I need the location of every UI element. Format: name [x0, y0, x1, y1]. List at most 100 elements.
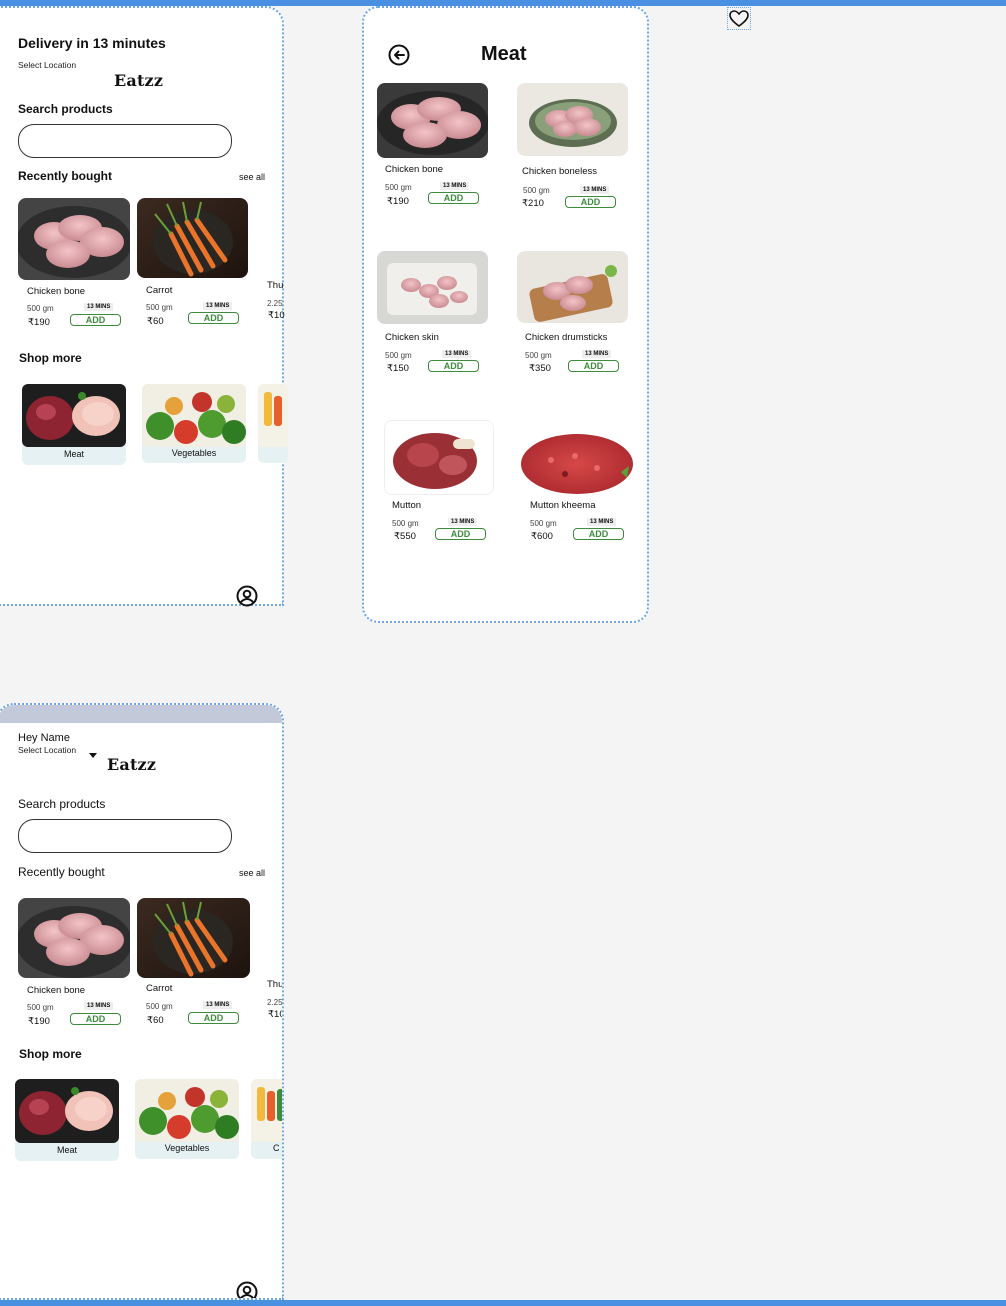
product-weight: 500 gm — [392, 519, 419, 528]
home-screen-variant: Hey Name Select Location Eatzz Search pr… — [0, 703, 284, 1300]
search-label: Search products — [18, 102, 113, 116]
brand-logo: Eatzz — [114, 71, 164, 90]
add-button[interactable]: ADD — [188, 1012, 239, 1024]
add-button[interactable]: ADD — [565, 196, 616, 208]
product-price: ₹550 — [394, 531, 416, 542]
recent-title: Recently bought — [18, 865, 105, 879]
meat-category-screen: Meat Chicken bone 500 gm 13 MINS ₹190 AD… — [362, 6, 649, 623]
category-label: Vegetables — [164, 1143, 210, 1153]
product-weight: 500 gm — [27, 1003, 54, 1012]
product-image-chicken-bone[interactable] — [18, 898, 130, 978]
search-label: Search products — [18, 797, 106, 811]
category-card-meat[interactable]: Meat — [22, 384, 126, 465]
product-weight: 500 gm — [523, 186, 550, 195]
product-name: Chicken bone — [27, 985, 86, 996]
product-weight: 2.25 — [267, 998, 283, 1007]
shop-more-title: Shop more — [19, 351, 82, 365]
delivery-time-badge: 13 MINS — [580, 186, 610, 194]
product-price: ₹210 — [522, 198, 544, 209]
category-label: C — [273, 1143, 280, 1153]
product-weight: 500 gm — [27, 304, 54, 313]
delivery-time-badge: 13 MINS — [203, 1001, 233, 1009]
delivery-time-badge: 13 MINS — [448, 518, 478, 526]
product-image-carrot[interactable] — [137, 898, 250, 978]
product-name: Thu — [267, 979, 284, 990]
product-weight: 500 gm — [525, 351, 552, 360]
heart-icon[interactable] — [727, 7, 751, 30]
greeting: Hey Name — [18, 732, 70, 744]
product-image-mutton[interactable] — [384, 420, 494, 495]
category-card-partial[interactable]: C — [251, 1079, 282, 1159]
add-button[interactable]: ADD — [188, 312, 239, 324]
see-all-link[interactable]: see all — [239, 172, 265, 182]
shop-more-title: Shop more — [19, 1047, 82, 1061]
category-image-meat — [15, 1079, 119, 1143]
product-name: Mutton kheema — [530, 500, 596, 511]
add-button[interactable]: ADD — [70, 1013, 121, 1025]
product-price: ₹150 — [387, 363, 409, 374]
product-price: ₹190 — [387, 196, 409, 207]
caret-down-icon[interactable] — [88, 747, 98, 758]
category-image-meat — [22, 384, 126, 447]
recent-title: Recently bought — [18, 169, 113, 183]
product-weight: 500 gm — [385, 351, 412, 360]
product-name: Thu — [267, 280, 284, 291]
delivery-time-badge: 13 MINS — [582, 350, 612, 358]
product-image-chicken-boneless[interactable] — [517, 83, 628, 156]
product-weight: 500 gm — [530, 519, 557, 528]
bottom-selection-bar — [0, 1300, 1006, 1306]
delivery-time-badge: 13 MINS — [84, 1002, 114, 1010]
product-price: ₹190 — [28, 317, 50, 328]
profile-icon[interactable] — [236, 585, 258, 607]
product-weight: 500 gm — [146, 1002, 173, 1011]
add-button[interactable]: ADD — [428, 192, 479, 204]
category-card-partial[interactable] — [258, 384, 288, 463]
delivery-time-badge: 13 MINS — [587, 518, 617, 526]
product-price: ₹10 — [268, 310, 285, 321]
product-name: Carrot — [146, 285, 173, 296]
product-price: ₹600 — [531, 531, 553, 542]
add-button[interactable]: ADD — [428, 360, 479, 372]
product-price: ₹60 — [147, 316, 164, 327]
delivery-time-badge: 13 MINS — [84, 303, 114, 311]
search-input[interactable] — [18, 819, 232, 853]
product-image-chicken-bone[interactable] — [18, 198, 130, 280]
top-band — [0, 705, 282, 723]
profile-icon[interactable] — [236, 1281, 258, 1298]
product-name: Chicken bone — [385, 164, 444, 175]
category-label: Meat — [63, 449, 84, 459]
search-input[interactable] — [18, 124, 232, 158]
category-image-vegetables — [142, 384, 246, 447]
add-button[interactable]: ADD — [573, 528, 624, 540]
back-arrow-icon[interactable] — [388, 44, 410, 66]
product-name: Chicken boneless — [522, 166, 597, 177]
category-card-meat[interactable]: Meat — [15, 1079, 119, 1161]
add-button[interactable]: ADD — [568, 360, 619, 372]
product-name: Chicken bone — [27, 286, 86, 297]
product-image-mutton-kheema[interactable] — [521, 420, 633, 495]
product-image-carrot[interactable] — [137, 198, 248, 278]
product-price: ₹190 — [28, 1016, 50, 1027]
product-name: Carrot — [146, 983, 173, 994]
product-price: ₹60 — [147, 1015, 164, 1026]
category-card-vegetables[interactable]: Vegetables — [142, 384, 246, 463]
product-price: ₹10 — [268, 1009, 284, 1020]
home-screen: Delivery in 13 minutes Select Location E… — [0, 6, 288, 607]
brand-logo: Eatzz — [107, 755, 157, 774]
add-button[interactable]: ADD — [435, 528, 486, 540]
product-image-chicken-bone[interactable] — [377, 83, 488, 158]
product-weight: 500 gm — [146, 303, 173, 312]
add-button[interactable]: ADD — [70, 314, 121, 326]
product-image-chicken-drumsticks[interactable] — [517, 251, 628, 323]
product-price: ₹350 — [529, 363, 551, 374]
select-location[interactable]: Select Location — [18, 745, 76, 755]
category-label: Meat — [56, 1145, 77, 1155]
category-label: Vegetables — [171, 448, 217, 458]
delivery-time-badge: 13 MINS — [203, 302, 233, 310]
see-all-link[interactable]: see all — [239, 868, 265, 878]
select-location[interactable]: Select Location — [18, 60, 76, 70]
category-card-vegetables[interactable]: Vegetables — [135, 1079, 239, 1159]
delivery-title: Delivery in 13 minutes — [18, 35, 166, 51]
product-image-chicken-skin[interactable] — [377, 251, 488, 324]
delivery-time-badge: 13 MINS — [442, 350, 472, 358]
